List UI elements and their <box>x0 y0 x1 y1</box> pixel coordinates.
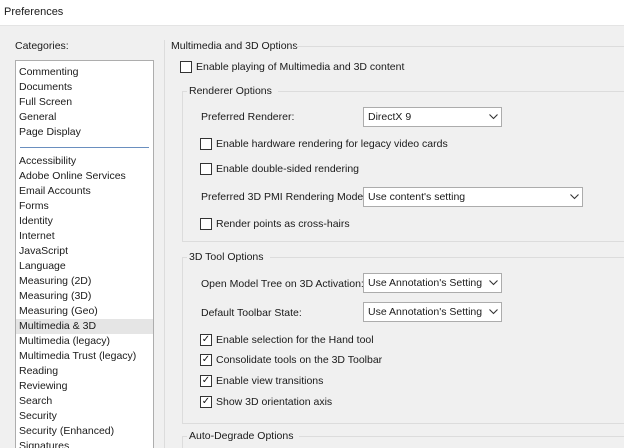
model-tree-select[interactable]: Use Annotation's Setting <box>363 273 502 293</box>
category-separator <box>20 147 149 148</box>
category-item[interactable]: Email Accounts <box>16 184 153 199</box>
category-item[interactable]: Multimedia (legacy) <box>16 334 153 349</box>
hand-tool-checkbox[interactable]: ✓ Enable selection for the Hand tool <box>200 334 374 346</box>
renderer-group-border-left <box>182 91 183 241</box>
category-item[interactable]: Accessibility <box>16 154 153 169</box>
category-item[interactable]: Identity <box>16 214 153 229</box>
orientation-axis-checkbox[interactable]: ✓ Show 3D orientation axis <box>200 396 332 408</box>
double-sided-checkbox[interactable]: Enable double-sided rendering <box>200 163 359 175</box>
pmi-mode-select[interactable]: Use content's setting <box>363 187 583 207</box>
preferred-renderer-label: Preferred Renderer: <box>201 111 295 123</box>
category-item[interactable]: Documents <box>16 80 153 95</box>
category-item[interactable]: Measuring (Geo) <box>16 304 153 319</box>
preferred-renderer-select[interactable]: DirectX 9 <box>363 107 502 127</box>
checkbox-box[interactable] <box>200 138 212 150</box>
select-value: Use Annotation's Setting <box>368 277 483 289</box>
checkbox-box[interactable] <box>180 61 192 73</box>
panel-divider <box>164 40 165 448</box>
category-item[interactable]: General <box>16 110 153 125</box>
hw-rendering-checkbox[interactable]: Enable hardware rendering for legacy vid… <box>200 138 448 150</box>
category-item[interactable]: Multimedia & 3D <box>16 319 153 334</box>
enable-playing-checkbox[interactable]: Enable playing of Multimedia and 3D cont… <box>180 61 404 73</box>
section-title: Multimedia and 3D Options <box>171 40 304 52</box>
category-item[interactable]: Forms <box>16 199 153 214</box>
renderer-group-title: Renderer Options <box>187 85 278 97</box>
chevron-down-icon <box>566 194 582 200</box>
consolidate-checkbox[interactable]: ✓ Consolidate tools on the 3D Toolbar <box>200 354 382 366</box>
category-item[interactable]: Security (Enhanced) <box>16 424 153 439</box>
category-item[interactable]: Multimedia Trust (legacy) <box>16 349 153 364</box>
cross-hairs-checkbox[interactable]: Render points as cross-hairs <box>200 218 350 230</box>
checkmark-icon[interactable]: ✓ <box>200 334 212 346</box>
category-item[interactable]: Page Display <box>16 125 153 140</box>
checkbox-label: Enable playing of Multimedia and 3D cont… <box>196 61 405 73</box>
chevron-down-icon <box>485 114 501 120</box>
category-item[interactable]: Internet <box>16 229 153 244</box>
title-bar: Preferences <box>0 0 624 26</box>
section-title-line <box>296 46 624 47</box>
toolbar-state-select[interactable]: Use Annotation's Setting <box>363 302 502 322</box>
checkbox-label: Enable view transitions <box>216 375 324 387</box>
tool-group-border-left <box>182 257 183 423</box>
renderer-group-border-bottom <box>182 241 624 242</box>
checkbox-label: Enable selection for the Hand tool <box>216 334 374 346</box>
category-item[interactable]: Full Screen <box>16 95 153 110</box>
category-item[interactable]: Reviewing <box>16 379 153 394</box>
category-item[interactable]: JavaScript <box>16 244 153 259</box>
checkmark-icon[interactable]: ✓ <box>200 396 212 408</box>
category-item[interactable]: Search <box>16 394 153 409</box>
model-tree-label: Open Model Tree on 3D Activation: <box>201 278 364 290</box>
checkmark-icon[interactable]: ✓ <box>200 354 212 366</box>
window-title: Preferences <box>4 6 64 18</box>
category-item[interactable]: Reading <box>16 364 153 379</box>
toolbar-state-label: Default Toolbar State: <box>201 307 302 319</box>
checkbox-box[interactable] <box>200 163 212 175</box>
view-transitions-checkbox[interactable]: ✓ Enable view transitions <box>200 375 323 387</box>
tool-group-border-bottom <box>182 423 624 424</box>
chevron-down-icon <box>485 280 501 286</box>
auto-degrade-group-border-left <box>182 436 183 448</box>
category-item[interactable]: Commenting <box>16 65 153 80</box>
checkbox-label: Enable double-sided rendering <box>216 163 360 175</box>
categories-list[interactable]: Commenting Documents Full Screen General Pag… <box>15 60 154 448</box>
select-value: Use content's setting <box>368 191 466 203</box>
categories-label: Categories: <box>15 40 69 52</box>
auto-degrade-group-title: Auto-Degrade Options <box>187 430 300 442</box>
category-item[interactable]: Signatures <box>16 439 153 448</box>
chevron-down-icon <box>485 309 501 315</box>
checkbox-label: Consolidate tools on the 3D Toolbar <box>216 354 383 366</box>
category-item[interactable]: Adobe Online Services <box>16 169 153 184</box>
tool-group-title: 3D Tool Options <box>187 251 270 263</box>
category-item[interactable]: Security <box>16 409 153 424</box>
category-item[interactable]: Language <box>16 259 153 274</box>
category-item[interactable]: Measuring (2D) <box>16 274 153 289</box>
select-value: DirectX 9 <box>368 111 412 123</box>
checkbox-label: Show 3D orientation axis <box>216 396 333 408</box>
checkmark-icon[interactable]: ✓ <box>200 375 212 387</box>
pmi-mode-label: Preferred 3D PMI Rendering Mode: <box>201 191 367 203</box>
checkbox-box[interactable] <box>200 218 212 230</box>
category-item[interactable]: Measuring (3D) <box>16 289 153 304</box>
checkbox-label: Render points as cross-hairs <box>216 218 350 230</box>
checkbox-label: Enable hardware rendering for legacy vid… <box>216 138 448 150</box>
select-value: Use Annotation's Setting <box>368 306 483 318</box>
